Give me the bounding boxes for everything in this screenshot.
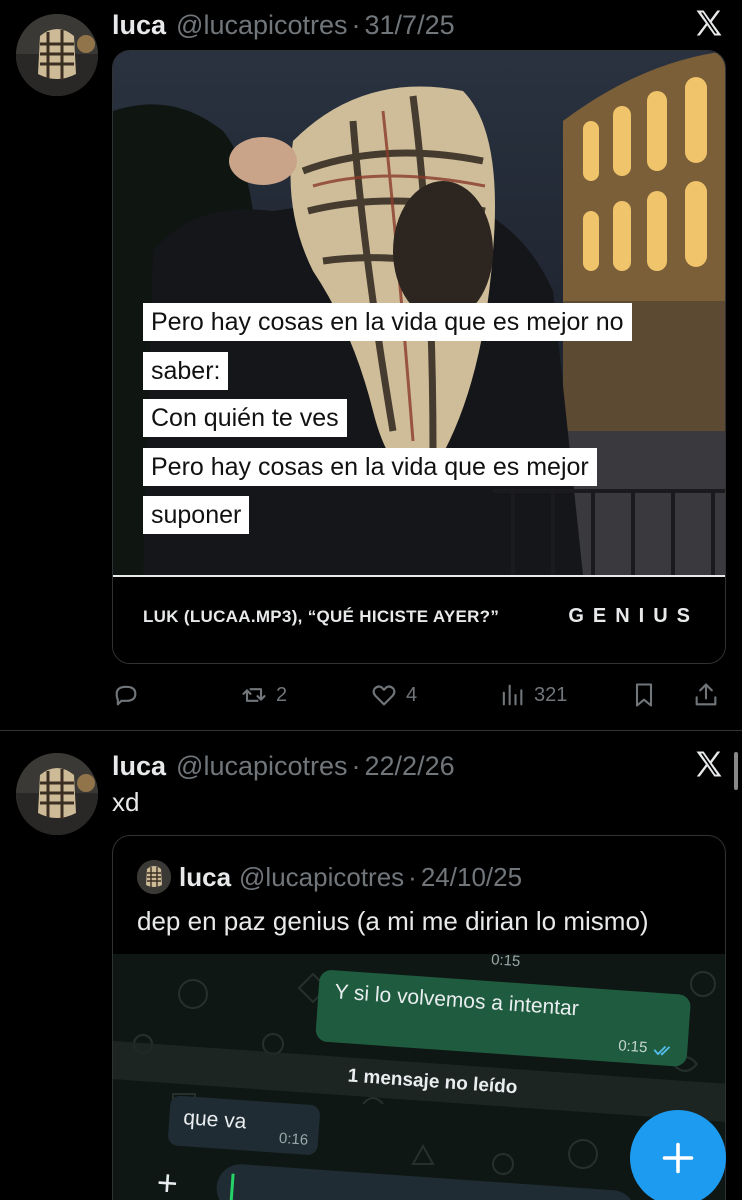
lyric-line: saber: <box>143 352 229 390</box>
lyrics-card[interactable]: Pero hay cosas en la vida que es mejor n… <box>112 50 726 664</box>
avatar[interactable] <box>16 753 98 835</box>
retweet-button[interactable]: 2 <box>240 674 287 716</box>
attach-plus-icon: + <box>155 1161 180 1200</box>
author-handle[interactable]: @lucapicotres <box>176 751 347 782</box>
bookmark-button[interactable] <box>630 674 658 716</box>
separator-dot: · <box>351 9 361 40</box>
message-text: Y si lo volvemos a intentar <box>333 980 580 1021</box>
lyric-line: Pero hay cosas en la vida que es mejor n… <box>143 303 632 341</box>
x-logo-icon <box>696 751 722 777</box>
reply-icon <box>115 685 137 706</box>
outgoing-message: Y si lo volvemos a intentar 0:15 <box>315 969 692 1068</box>
lyric-line: Pero hay cosas en la vida que es mejor <box>143 448 597 486</box>
view-count: 321 <box>534 683 568 706</box>
views-icon <box>502 684 523 706</box>
tweet-header: luca @lucapicotres · 31/7/25 <box>112 8 455 42</box>
tweet[interactable]: luca @lucapicotres · 31/7/25 Pero hay co… <box>0 0 742 730</box>
song-credit: LUK (LUCAA.MP3), “QUÉ HICISTE AYER?” <box>143 607 500 626</box>
read-ticks-icon <box>653 1045 671 1056</box>
lyric-line: suponer <box>143 496 250 534</box>
avatar[interactable] <box>16 14 98 96</box>
card-footer: LUK (LUCAA.MP3), “QUÉ HICISTE AYER?” GEN… <box>113 577 725 663</box>
genius-logo: GENIUS <box>568 605 699 627</box>
separator-dot: · <box>408 861 417 892</box>
chat-input <box>214 1162 638 1200</box>
tweet[interactable]: luca @lucapicotres · 22/2/26 xd luca @lu… <box>0 731 742 1200</box>
heart-icon <box>372 685 396 706</box>
compose-button[interactable] <box>630 1110 726 1200</box>
like-button[interactable]: 4 <box>370 674 417 716</box>
quote-text: dep en paz genius (a mi me dirian lo mis… <box>137 906 649 936</box>
quote-header: luca @lucapicotres · 24/10/25 <box>137 860 522 894</box>
reply-button[interactable] <box>112 674 140 716</box>
tweet-date[interactable]: 31/7/25 <box>365 10 455 41</box>
tweet-text: xd <box>112 787 140 817</box>
bookmark-icon <box>635 683 653 707</box>
like-count: 4 <box>406 683 418 706</box>
retweet-count: 2 <box>276 683 288 706</box>
message-time: 0:15 <box>617 1037 648 1057</box>
x-logo-icon <box>696 10 722 36</box>
author-handle[interactable]: @lucapicotres <box>239 862 404 893</box>
message-text: que va <box>182 1106 248 1134</box>
retweet-icon <box>242 688 266 702</box>
card-photo: Pero hay cosas en la vida que es mejor n… <box>113 51 725 575</box>
tweet-actions: 2 4 321 <box>112 674 726 716</box>
plus-icon <box>662 1142 694 1174</box>
tweet-date[interactable]: 22/2/26 <box>365 751 455 782</box>
separator-dot: · <box>351 750 361 781</box>
share-button[interactable] <box>692 674 720 716</box>
text-caret <box>229 1173 235 1200</box>
views-button[interactable]: 321 <box>498 674 567 716</box>
author-name[interactable]: luca <box>179 862 231 893</box>
message-time: 0:16 <box>278 1129 309 1149</box>
tweet-date[interactable]: 24/10/25 <box>421 862 522 893</box>
lyric-line: Con quién te ves <box>143 399 347 437</box>
scrollbar[interactable] <box>734 752 738 790</box>
message-time: 0:15 <box>490 954 521 971</box>
author-name[interactable]: luca <box>112 10 166 41</box>
avatar[interactable] <box>137 860 171 894</box>
share-icon <box>695 683 717 706</box>
author-handle[interactable]: @lucapicotres <box>176 10 347 41</box>
tweet-header: luca @lucapicotres · 22/2/26 <box>112 749 455 783</box>
incoming-message: que va 0:16 <box>167 1095 321 1156</box>
author-name[interactable]: luca <box>112 751 166 782</box>
